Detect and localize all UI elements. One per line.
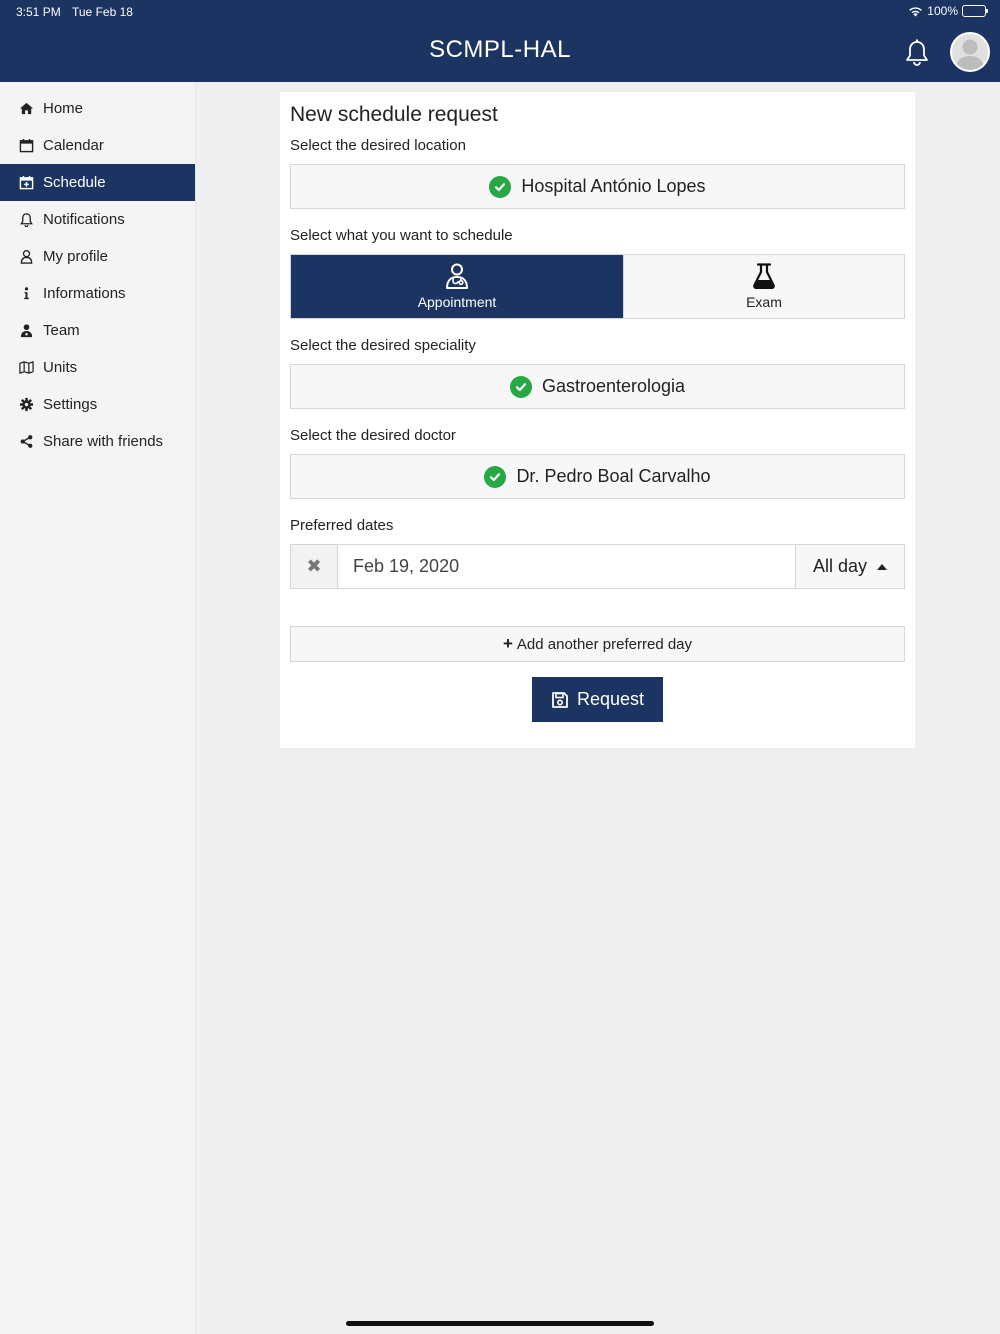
sidebar-item-label: Units bbox=[43, 359, 78, 376]
schedule-request-card: New schedule request Select the desired … bbox=[280, 92, 915, 748]
clear-date-button[interactable]: ✖ bbox=[291, 545, 338, 588]
speciality-label: Select the desired speciality bbox=[290, 337, 476, 354]
preferred-date-row: ✖ All day bbox=[290, 544, 905, 589]
status-date: Tue Feb 18 bbox=[72, 5, 133, 19]
share-icon bbox=[18, 434, 34, 450]
speciality-value: Gastroenterologia bbox=[541, 376, 686, 396]
bell-icon bbox=[18, 212, 34, 228]
status-indicators: 100% bbox=[908, 4, 988, 18]
user-icon bbox=[18, 249, 34, 265]
add-preferred-day-label: Add another preferred day bbox=[516, 635, 693, 653]
avatar[interactable] bbox=[950, 32, 990, 72]
flask-icon bbox=[753, 263, 775, 289]
calendar-plus-icon bbox=[18, 175, 34, 191]
preferred-dates-label: Preferred dates bbox=[290, 517, 394, 534]
exam-option-label: Exam bbox=[746, 294, 782, 310]
schedule-type-label: Select what you want to schedule bbox=[290, 227, 513, 244]
sidebar-item-notifications[interactable]: Notifications bbox=[0, 201, 195, 238]
sidebar-item-informations[interactable]: Informations bbox=[0, 275, 195, 312]
status-time: 3:51 PM bbox=[16, 5, 61, 19]
sidebar-item-my-profile[interactable]: My profile bbox=[0, 238, 195, 275]
location-select[interactable]: Hospital António Lopes bbox=[290, 164, 905, 209]
location-label: Select the desired location bbox=[290, 137, 466, 154]
sidebar-item-home[interactable]: Home bbox=[0, 90, 195, 127]
appointment-option-label: Appointment bbox=[417, 294, 497, 310]
map-icon bbox=[18, 360, 34, 376]
home-icon bbox=[18, 101, 34, 117]
user-md-icon bbox=[18, 323, 34, 339]
calendar-icon bbox=[18, 138, 34, 154]
save-icon bbox=[552, 691, 568, 708]
sidebar-item-label: Calendar bbox=[43, 137, 104, 154]
battery-percent: 100% bbox=[927, 4, 958, 18]
battery-icon bbox=[962, 5, 988, 17]
request-button-label: Request bbox=[576, 689, 645, 709]
info-icon bbox=[18, 286, 34, 302]
gear-icon bbox=[18, 397, 34, 413]
period-value: All day bbox=[812, 556, 868, 576]
sidebar-item-units[interactable]: Units bbox=[0, 349, 195, 386]
check-circle-icon bbox=[484, 465, 507, 488]
exam-option[interactable]: Exam bbox=[623, 255, 904, 318]
home-indicator bbox=[346, 1321, 654, 1326]
app-header: 3:51 PM Tue Feb 18 100% SCMPL-HAL bbox=[0, 0, 1000, 82]
period-dropdown[interactable]: All day bbox=[795, 545, 904, 588]
sidebar-item-label: Share with friends bbox=[43, 433, 164, 450]
caret-up-icon bbox=[877, 563, 888, 570]
doctor-label: Select the desired doctor bbox=[290, 427, 456, 444]
sidebar-item-label: Informations bbox=[43, 285, 126, 302]
wifi-icon bbox=[909, 6, 923, 16]
speciality-select[interactable]: Gastroenterologia bbox=[290, 364, 905, 409]
sidebar-item-share[interactable]: Share with friends bbox=[0, 423, 195, 460]
doctor-select[interactable]: Dr. Pedro Boal Carvalho bbox=[290, 454, 905, 499]
avatar-user-icon bbox=[956, 39, 984, 70]
request-button[interactable]: Request bbox=[532, 677, 663, 722]
sidebar-item-team[interactable]: Team bbox=[0, 312, 195, 349]
schedule-type-toggle: Appointment Exam bbox=[290, 254, 905, 319]
notifications-bell-icon[interactable] bbox=[904, 39, 930, 67]
close-icon: ✖ bbox=[306, 556, 322, 576]
check-circle-icon bbox=[489, 175, 512, 198]
app-title: SCMPL-HAL bbox=[429, 36, 571, 63]
doctor-icon bbox=[446, 263, 468, 289]
status-bar: 3:51 PM Tue Feb 18 100% bbox=[0, 0, 1000, 24]
location-value: Hospital António Lopes bbox=[521, 176, 706, 196]
plus-icon: + bbox=[502, 634, 513, 653]
sidebar-item-label: My profile bbox=[43, 248, 109, 265]
check-circle-icon bbox=[509, 375, 532, 398]
sidebar-item-schedule[interactable]: Schedule bbox=[0, 164, 195, 201]
sidebar-item-calendar[interactable]: Calendar bbox=[0, 127, 195, 164]
sidebar-item-label: Team bbox=[43, 322, 80, 339]
doctor-value: Dr. Pedro Boal Carvalho bbox=[516, 466, 711, 486]
sidebar-item-label: Home bbox=[43, 100, 84, 117]
sidebar-item-label: Settings bbox=[43, 396, 98, 413]
sidebar: Home Calendar Schedule Notifications My … bbox=[0, 82, 196, 1334]
add-preferred-day-button[interactable]: + Add another preferred day bbox=[290, 626, 905, 662]
page-title: New schedule request bbox=[290, 103, 498, 126]
sidebar-item-label: Schedule bbox=[43, 174, 106, 191]
preferred-date-input[interactable] bbox=[338, 545, 795, 588]
sidebar-item-settings[interactable]: Settings bbox=[0, 386, 195, 423]
sidebar-item-label: Notifications bbox=[43, 211, 125, 228]
appointment-option[interactable]: Appointment bbox=[291, 255, 623, 318]
